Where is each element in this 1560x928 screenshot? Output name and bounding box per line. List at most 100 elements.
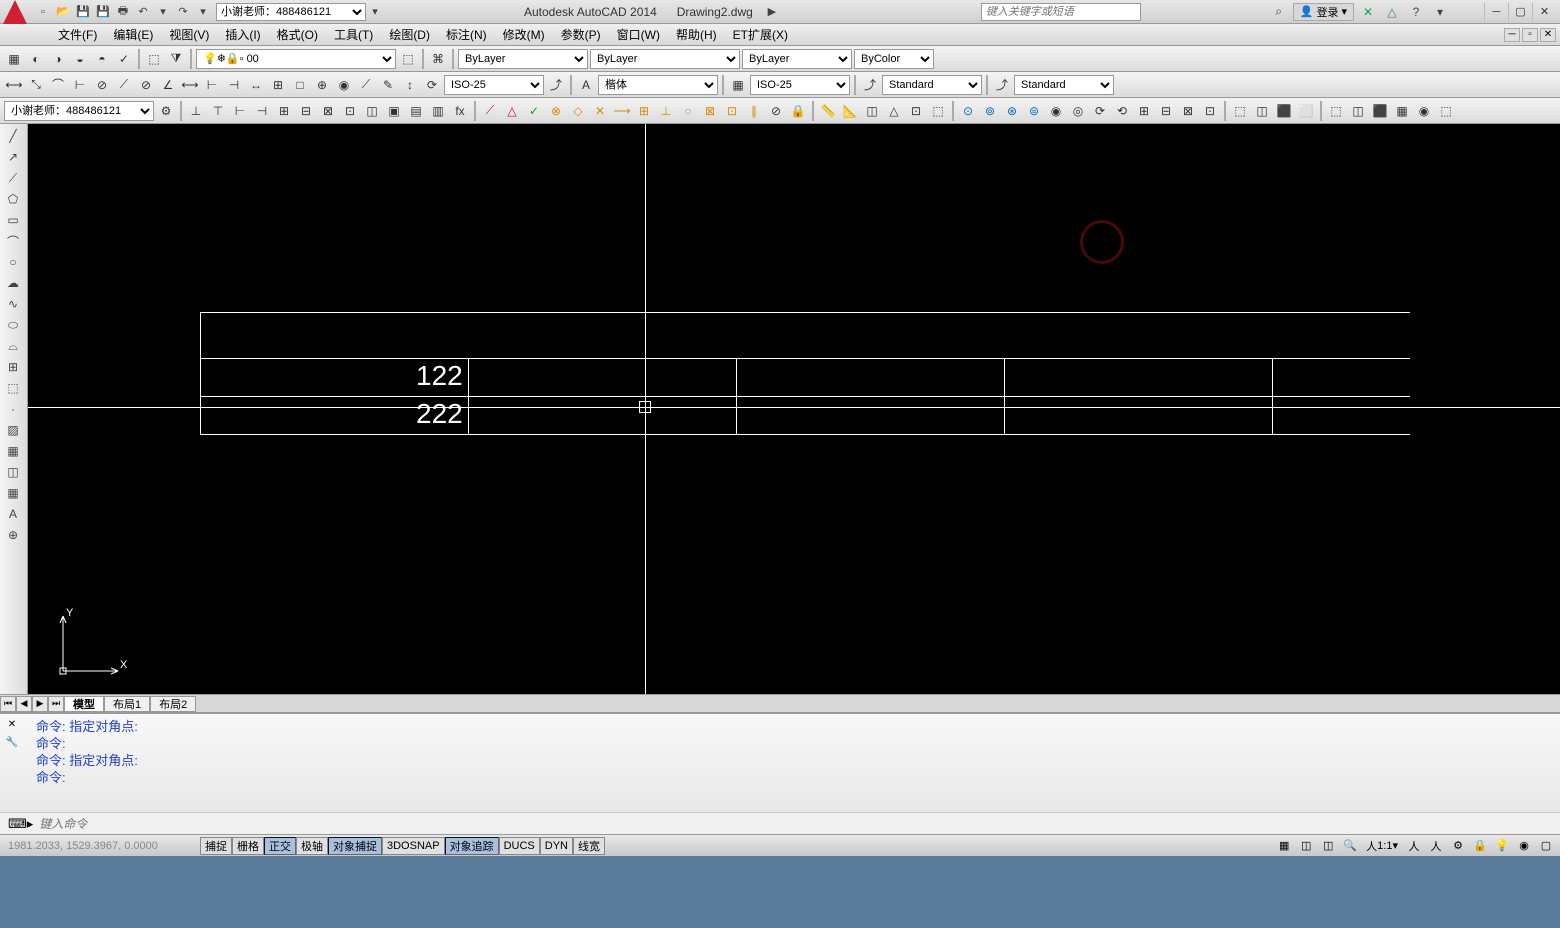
dim-tedit-icon[interactable]: ↕ bbox=[400, 75, 420, 95]
dim-style-select[interactable]: ISO-25 bbox=[444, 75, 544, 95]
spline-icon[interactable]: ∿ bbox=[2, 294, 24, 314]
menu-window[interactable]: 窗口(W) bbox=[609, 24, 668, 45]
addselected-icon[interactable]: ⊕ bbox=[2, 525, 24, 545]
snap-app-icon[interactable]: ⊡ bbox=[722, 101, 742, 121]
model-space-icon[interactable]: ▦ bbox=[1274, 837, 1294, 855]
dim-insp-icon[interactable]: ◉ bbox=[334, 75, 354, 95]
mleader-style-select[interactable]: Standard bbox=[882, 75, 982, 95]
tab-nav-prev[interactable]: ◀ bbox=[16, 696, 32, 712]
toggle-dyn[interactable]: DYN bbox=[540, 837, 573, 855]
toolbar-lock-icon[interactable]: 🔒 bbox=[1470, 837, 1490, 855]
render-icon-2[interactable]: ◫ bbox=[1348, 101, 1368, 121]
dim-cen-icon[interactable]: ⊕ bbox=[312, 75, 332, 95]
toggle-osnap[interactable]: 对象捕捉 bbox=[328, 837, 382, 855]
toggle-grid[interactable]: 栅格 bbox=[232, 837, 264, 855]
dim-jog2-icon[interactable]: ⟋ bbox=[356, 75, 376, 95]
insert-icon[interactable]: ⊞ bbox=[2, 357, 24, 377]
snap-lock-icon[interactable]: 🔒 bbox=[788, 101, 808, 121]
measure-icon-6[interactable]: ⬚ bbox=[928, 101, 948, 121]
menu-insert[interactable]: 插入(I) bbox=[217, 24, 268, 45]
render-icon-1[interactable]: ⬚ bbox=[1326, 101, 1346, 121]
render-icon-6[interactable]: ⬚ bbox=[1436, 101, 1456, 121]
toggle-ducs[interactable]: DUCS bbox=[499, 837, 540, 855]
constraint-icon-11[interactable]: ⊠ bbox=[1178, 101, 1198, 121]
snap-endpoint-icon[interactable]: ⟋ bbox=[480, 101, 500, 121]
lineweight-select[interactable]: ByLayer bbox=[742, 49, 852, 69]
dim-quick-icon[interactable]: ⟷ bbox=[180, 75, 200, 95]
modify-icon-2[interactable]: ⊤ bbox=[208, 101, 228, 121]
modify-icon-8[interactable]: ⊡ bbox=[340, 101, 360, 121]
mdi-close[interactable]: ✕ bbox=[1540, 28, 1556, 42]
constraint-icon-2[interactable]: ⊚ bbox=[980, 101, 1000, 121]
menu-edit[interactable]: 编辑(E) bbox=[105, 24, 161, 45]
dim-update-icon[interactable]: ⟳ bbox=[422, 75, 442, 95]
dim-base-icon[interactable]: ⊢ bbox=[202, 75, 222, 95]
new-icon[interactable]: ▫ bbox=[34, 3, 52, 21]
mtext-icon[interactable]: A bbox=[2, 504, 24, 524]
layer-props-icon[interactable]: ▦ bbox=[4, 49, 24, 69]
modify-icon-13[interactable]: fx bbox=[450, 101, 470, 121]
circle-icon[interactable]: ○ bbox=[2, 252, 24, 272]
layer-tool-icon[interactable]: ⌘ bbox=[428, 49, 448, 69]
quick-view-icon[interactable]: ◫ bbox=[1296, 837, 1316, 855]
dim-space-icon[interactable]: ↔ bbox=[246, 75, 266, 95]
saveas-icon[interactable]: 💾 bbox=[94, 3, 112, 21]
constraint-icon-10[interactable]: ⊟ bbox=[1156, 101, 1176, 121]
view-icon-3[interactable]: ⬛ bbox=[1274, 101, 1294, 121]
view-icon-2[interactable]: ◫ bbox=[1252, 101, 1272, 121]
menu-modify[interactable]: 修改(M) bbox=[495, 24, 553, 45]
tab-nav-first[interactable]: ⏮ bbox=[0, 696, 16, 712]
app-logo[interactable] bbox=[0, 0, 30, 24]
menu-parametric[interactable]: 参数(P) bbox=[553, 24, 609, 45]
layer-select[interactable]: 💡❄🔒▫ 00 bbox=[196, 49, 396, 69]
ellipse-icon[interactable]: ⬭ bbox=[2, 315, 24, 335]
constraint-icon-8[interactable]: ⟲ bbox=[1112, 101, 1132, 121]
dim-rad-icon[interactable]: ⊘ bbox=[92, 75, 112, 95]
close-button[interactable]: ✕ bbox=[1532, 3, 1556, 21]
measure-icon-4[interactable]: △ bbox=[884, 101, 904, 121]
snap-ext-icon[interactable]: ⟶ bbox=[612, 101, 632, 121]
layer-icon-4[interactable]: ◒ bbox=[70, 49, 90, 69]
constraint-icon-1[interactable]: ⊙ bbox=[958, 101, 978, 121]
polygon-icon[interactable]: ⬠ bbox=[2, 189, 24, 209]
toggle-ortho[interactable]: 正交 bbox=[264, 837, 296, 855]
redo-icon[interactable]: ↷ bbox=[174, 3, 192, 21]
cmd-tool-icon[interactable]: 🔧 bbox=[2, 734, 22, 750]
region-icon[interactable]: ◫ bbox=[2, 462, 24, 482]
quick-select[interactable]: 小谢老师：488486121 bbox=[4, 101, 154, 121]
layer-filter-icon[interactable]: ⧩ bbox=[166, 49, 186, 69]
print-icon[interactable]: 🖶 bbox=[114, 3, 132, 21]
plotstyle-select[interactable]: ByColor bbox=[854, 49, 934, 69]
stay-connected-icon[interactable]: △ bbox=[1382, 3, 1402, 21]
modify-icon-7[interactable]: ⊠ bbox=[318, 101, 338, 121]
render-icon-3[interactable]: ⬛ bbox=[1370, 101, 1390, 121]
text-style-select[interactable]: 楷体 bbox=[598, 75, 718, 95]
layer-icon-5[interactable]: ◓ bbox=[92, 49, 112, 69]
dim-edit-icon[interactable]: ✎ bbox=[378, 75, 398, 95]
modify-icon-3[interactable]: ⊢ bbox=[230, 101, 250, 121]
tab-layout2[interactable]: 布局2 bbox=[150, 696, 196, 712]
snap-node-icon[interactable]: ⊗ bbox=[546, 101, 566, 121]
view-icon-1[interactable]: ⬚ bbox=[1230, 101, 1250, 121]
workspace-icon[interactable]: ⚙ bbox=[1448, 837, 1468, 855]
layer-match-icon[interactable]: ⬚ bbox=[398, 49, 418, 69]
scale-value[interactable]: 人 1:1 ▾ bbox=[1362, 837, 1402, 855]
table-style-select[interactable]: ISO-25 bbox=[750, 75, 850, 95]
isolate-icon[interactable]: ◉ bbox=[1514, 837, 1534, 855]
snap-tan-icon[interactable]: ○ bbox=[678, 101, 698, 121]
dim-style-icon[interactable]: ⤴ bbox=[546, 75, 566, 95]
snap-ins-icon[interactable]: ⊞ bbox=[634, 101, 654, 121]
annotation-scale-icon[interactable]: 🔍 bbox=[1340, 837, 1360, 855]
help-dropdown-icon[interactable]: ▾ bbox=[1430, 3, 1450, 21]
exchange-icon[interactable]: ✕ bbox=[1358, 3, 1378, 21]
dim-aligned-icon[interactable]: ⤡ bbox=[26, 75, 46, 95]
play-icon[interactable]: ▶ bbox=[763, 3, 781, 21]
annotation-icon-1[interactable]: 人 bbox=[1404, 837, 1424, 855]
mdi-minimize[interactable]: ─ bbox=[1504, 28, 1520, 42]
constraint-icon-5[interactable]: ◉ bbox=[1046, 101, 1066, 121]
snap-midpoint-icon[interactable]: △ bbox=[502, 101, 522, 121]
workspace-select[interactable]: 小谢老师：488486121 bbox=[216, 3, 366, 21]
modify-icon-10[interactable]: ▣ bbox=[384, 101, 404, 121]
snap-par-icon[interactable]: ∥ bbox=[744, 101, 764, 121]
snap-none-icon[interactable]: ⊘ bbox=[766, 101, 786, 121]
